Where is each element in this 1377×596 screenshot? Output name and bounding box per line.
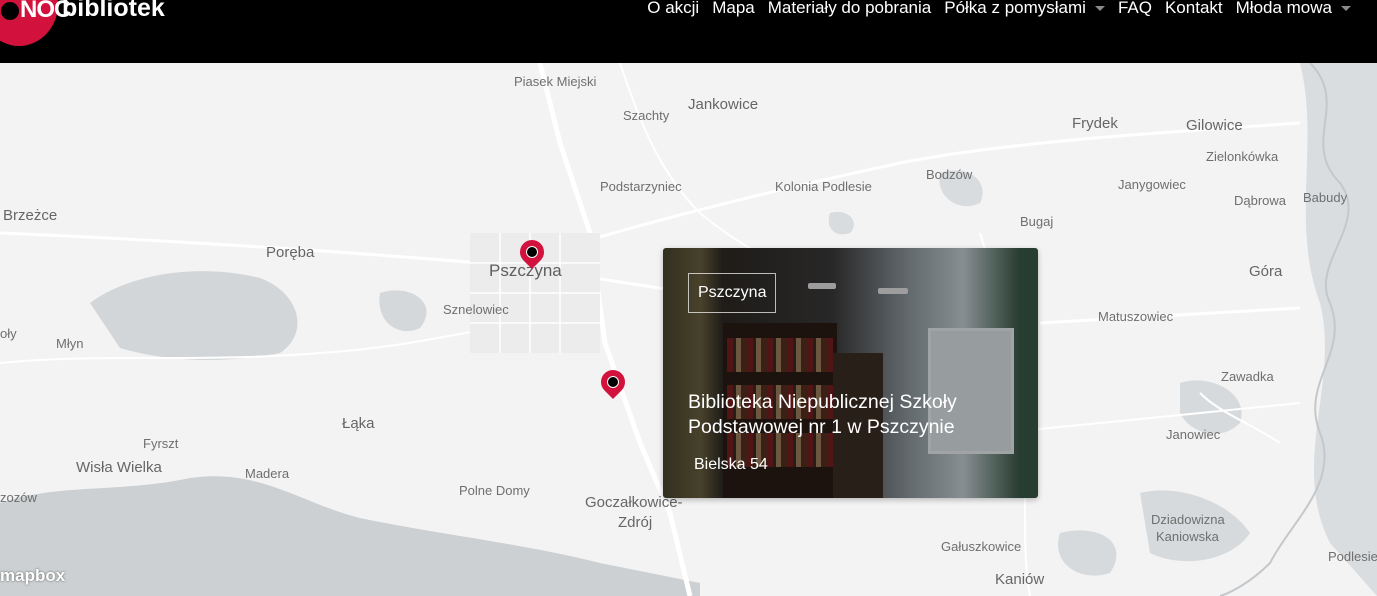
place-label: Janygowiec bbox=[1118, 177, 1186, 192]
place-label: Zawadka bbox=[1221, 369, 1274, 384]
place-label: Fyrszt bbox=[143, 436, 179, 451]
main-nav: O akcji Mapa Materiały do pobrania Półka… bbox=[634, 0, 1351, 18]
nav-kontakt[interactable]: Kontakt bbox=[1165, 0, 1223, 18]
nav-faq[interactable]: FAQ bbox=[1118, 0, 1152, 18]
place-label: Bugaj bbox=[1020, 214, 1054, 229]
place-label: Janowiec bbox=[1166, 427, 1221, 442]
place-label: Matuszowiec bbox=[1098, 309, 1174, 324]
chevron-down-icon bbox=[1341, 5, 1351, 11]
place-label: Dąbrowa bbox=[1234, 193, 1287, 208]
place-label: Wisła Wielka bbox=[76, 459, 162, 476]
place-label: Madera bbox=[245, 466, 290, 481]
logo-text[interactable]: bibliotek bbox=[62, 0, 165, 23]
place-label: Szachty bbox=[623, 108, 670, 123]
nav-polka-z-pomyslami[interactable]: Półka z pomysłami bbox=[944, 0, 1105, 18]
place-label: Gilowice bbox=[1186, 117, 1243, 134]
chevron-down-icon bbox=[1094, 5, 1105, 11]
place-label: Góra bbox=[1249, 263, 1283, 280]
library-address: Bielska 54 bbox=[694, 456, 768, 473]
place-label: Zdrój bbox=[618, 514, 653, 531]
place-label: zozów bbox=[0, 490, 37, 505]
nav-mloda-mowa[interactable]: Młoda mowa bbox=[1236, 0, 1351, 18]
place-label: Kaniowska bbox=[1156, 529, 1219, 544]
place-label: Sznelowiec bbox=[443, 302, 509, 317]
map-pin-icon[interactable] bbox=[596, 365, 630, 402]
place-label: Babudy bbox=[1303, 190, 1348, 205]
place-label: Kaniów bbox=[995, 571, 1045, 588]
place-label: Poręba bbox=[266, 244, 315, 261]
place-label: oły bbox=[0, 326, 17, 341]
place-label: Bodzów bbox=[926, 167, 973, 182]
place-label: Kolonia Podlesie bbox=[775, 179, 872, 194]
place-label: Młyn bbox=[56, 336, 84, 351]
mapbox-attribution[interactable]: mapbox bbox=[0, 566, 65, 586]
logo-noc[interactable]: NOC bbox=[0, 0, 71, 24]
place-label: Dziadowizna bbox=[1151, 512, 1225, 527]
place-label: Podstarzyniec bbox=[600, 179, 682, 194]
city-badge[interactable]: Pszczyna bbox=[688, 273, 777, 313]
map-pin-icon[interactable] bbox=[515, 235, 549, 272]
nav-materialy[interactable]: Materiały do pobrania bbox=[768, 0, 931, 18]
place-label: Frydek bbox=[1072, 115, 1118, 132]
place-label: Polne Domy bbox=[459, 483, 530, 498]
library-popup-card[interactable]: Pszczyna Biblioteka Niepublicznej Szkoły… bbox=[663, 248, 1038, 498]
place-label: Zielonkówka bbox=[1206, 149, 1279, 164]
place-label: Łąka bbox=[342, 415, 375, 432]
place-label: Gałuszkowice bbox=[941, 539, 1022, 554]
place-label: Brzeżce bbox=[3, 207, 58, 224]
place-label: Podlesie bbox=[1328, 549, 1377, 564]
site-header: NOC bibliotek O akcji Mapa Materiały do … bbox=[0, 0, 1377, 63]
nav-o-akcji[interactable]: O akcji bbox=[647, 0, 699, 18]
library-title[interactable]: Biblioteka Niepublicznej Szkoły Podstawo… bbox=[688, 390, 988, 440]
place-label: Jankowice bbox=[688, 96, 759, 113]
place-label: Piasek Miejski bbox=[514, 74, 597, 89]
nav-mapa[interactable]: Mapa bbox=[712, 0, 755, 18]
